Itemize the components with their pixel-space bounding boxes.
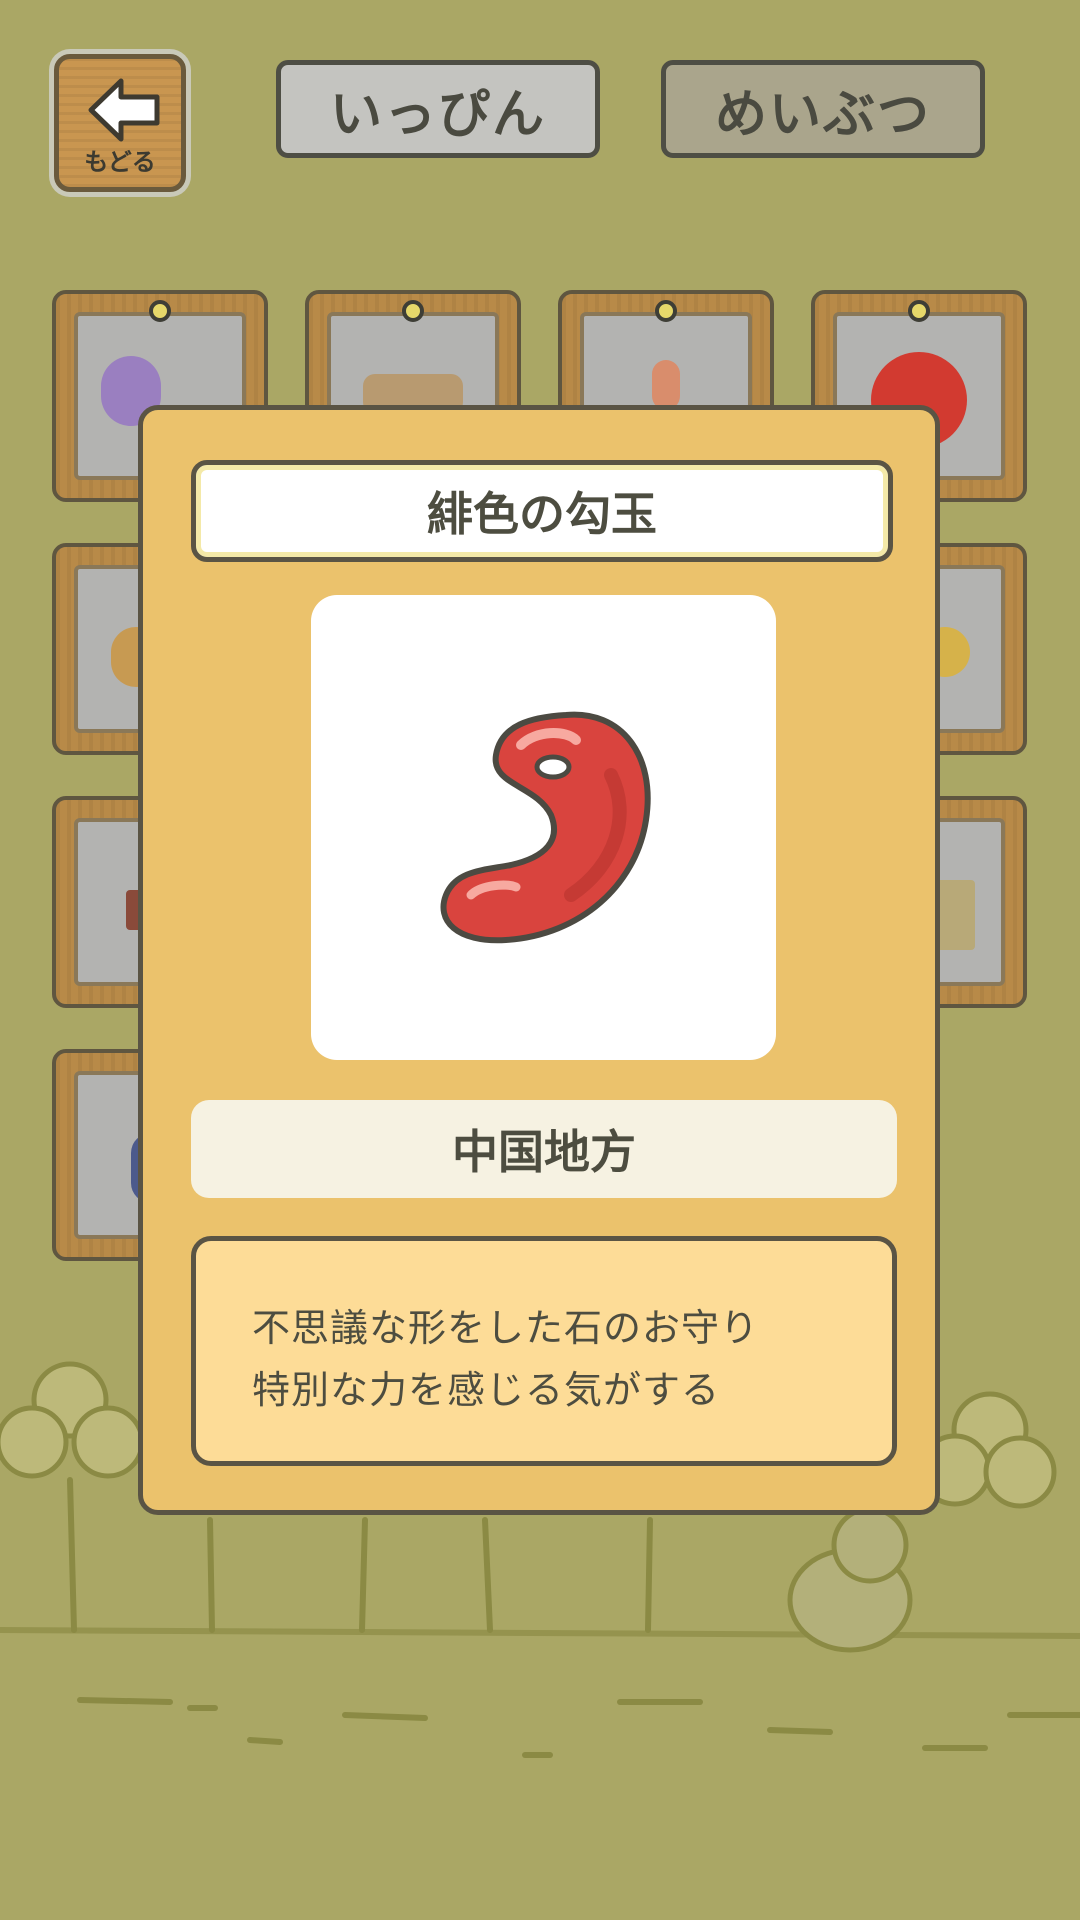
tab-ippin[interactable]: いっぴん (276, 60, 600, 158)
item-title: 緋色の勾玉 (191, 460, 893, 562)
back-button-label: もどる (84, 148, 156, 176)
description-line: 不思議な形をした石のお守り (252, 1306, 760, 1350)
item-region: 中国地方 (191, 1100, 897, 1198)
back-button[interactable]: もどる (54, 54, 186, 192)
back-arrow-icon (88, 78, 160, 142)
description-line: 特別な力を感じる気がする (252, 1368, 721, 1412)
hook-icon (655, 300, 677, 322)
item-description: 不思議な形をした石のお守り 特別な力を感じる気がする (191, 1236, 897, 1466)
hook-icon (402, 300, 424, 322)
item-image-frame (311, 595, 776, 1060)
kokeshi-icon (652, 360, 680, 410)
item-detail-dialog: 緋色の勾玉 中国地方 不思議な形をした石のお守り 特別な力を感じる気がする (138, 405, 940, 1515)
basket-icon (935, 880, 975, 950)
tab-meibutsu[interactable]: めいぶつ (661, 60, 985, 158)
hook-icon (149, 300, 171, 322)
hook-icon (908, 300, 930, 322)
magatama-icon (440, 711, 651, 944)
